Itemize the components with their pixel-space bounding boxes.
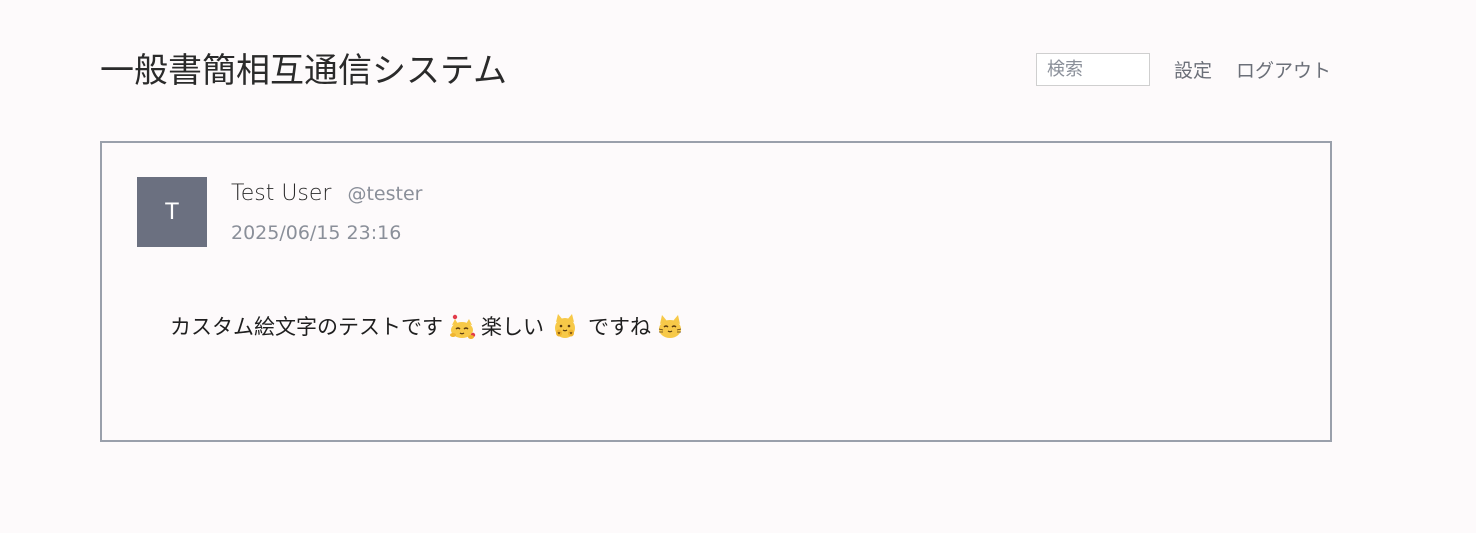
post-text-segment: 楽しい xyxy=(481,315,544,339)
header-nav: 設定 ログアウト xyxy=(1035,52,1331,87)
author-line: Test User @tester xyxy=(231,181,422,206)
site-title: 一般書簡相互通信システム xyxy=(100,51,507,91)
logout-link[interactable]: ログアウト xyxy=(1236,56,1331,83)
user-handle[interactable]: @tester xyxy=(347,183,422,205)
happy-cat-emoji-icon xyxy=(655,311,685,341)
page: 一般書簡相互通信システム 設定 ログアウト T Test User @teste… xyxy=(0,0,1476,533)
hugging-cat-emoji-icon xyxy=(447,311,477,341)
cheering-cat-emoji-icon xyxy=(550,311,580,341)
post-card: T Test User @tester 2025/06/15 23:16 カスタ… xyxy=(100,141,1332,442)
search-input[interactable] xyxy=(1035,53,1150,86)
display-name[interactable]: Test User xyxy=(231,181,331,206)
avatar[interactable]: T xyxy=(137,177,207,247)
avatar-initial: T xyxy=(165,199,179,225)
settings-link[interactable]: 設定 xyxy=(1174,56,1212,83)
post-body: カスタム絵文字のテストです 楽しい ですね xyxy=(170,311,689,341)
post-timestamp[interactable]: 2025/06/15 23:16 xyxy=(231,222,401,244)
post-text-segment: カスタム絵文字のテストです xyxy=(170,315,443,339)
post-text-segment: ですね xyxy=(588,315,651,339)
